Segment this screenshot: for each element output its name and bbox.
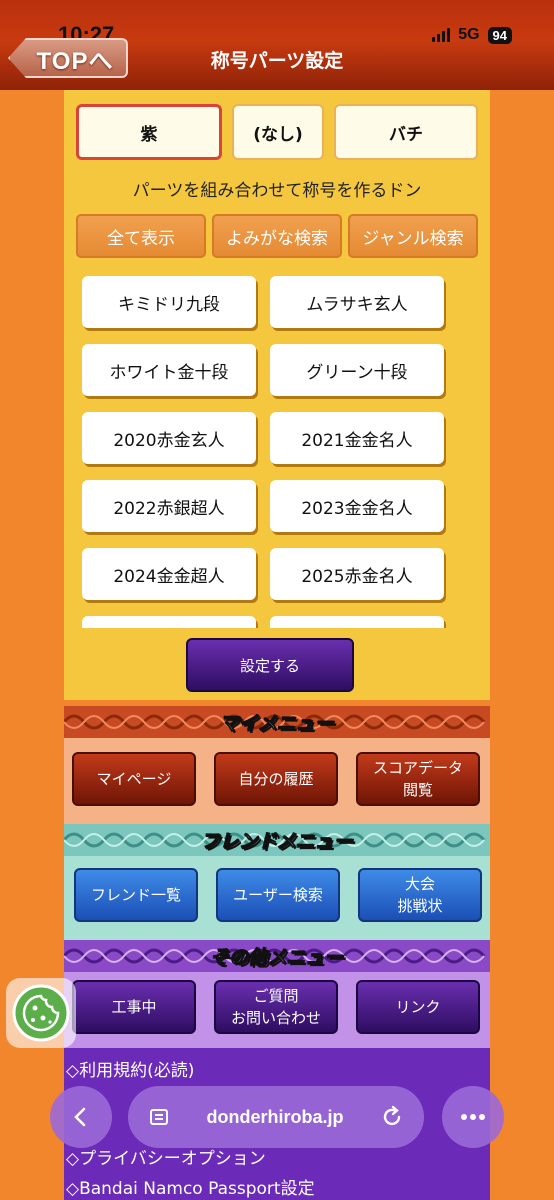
battery-icon: 94 [487,26,512,44]
my-menu-section: マイページ 自分の履歴 スコアデータ 閲覧 [64,738,490,824]
friend-menu-section: フレンド一覧 ユーザー検索 大会挑戦状 [64,856,490,940]
other-menu-section: 工事中 ご質問お問い合わせ リンク [64,972,490,1048]
title-part-item[interactable]: 2023金金名人 [270,480,444,532]
button-label: 大会 [404,875,435,893]
my-menu-title: マイメニュー [219,712,334,735]
contact-button[interactable]: ご質問 お問い合わせ [214,980,338,1034]
button-label: ご質問 [253,987,299,1005]
button-label: マイページ [96,770,172,788]
browser-more-button[interactable] [442,1086,504,1148]
button-label-line2: 挑戦状 [397,897,443,915]
part-slot-2[interactable]: (なし) [232,104,324,160]
my-history-button[interactable]: 自分の履歴 [214,752,338,806]
app-header: 10:27 5G 94 TOPへ 称号パーツ設定 [0,0,554,90]
title-part-item[interactable]: 2020赤金玄人 [82,412,256,464]
score-data-button[interactable]: スコアデータ 閲覧 [356,752,480,806]
friend-menu-banner: フレンドメニュー [64,824,490,856]
tournament-challenge-button[interactable]: 大会 挑戦状 [358,868,482,922]
button-label: 自分の履歴 [238,770,314,788]
title-part-item-partial[interactable] [270,616,444,628]
cookie-settings-button[interactable] [6,978,76,1048]
filter-reading-search-button[interactable]: よみがな検索 [212,214,342,258]
passport-settings-link[interactable]: ◇Bandai Namco Passport設定 [66,1174,315,1199]
title-part-item[interactable]: キミドリ九段 [82,276,256,328]
button-label-line2: 閲覧 [402,781,433,799]
set-button[interactable]: 設定する [186,638,354,692]
title-part-item-partial[interactable] [82,616,256,628]
reload-icon[interactable] [380,1105,404,1129]
other-menu-banner: その他メニュー [64,940,490,972]
friend-list-button[interactable]: フレンド一覧 [74,868,198,922]
address-bar[interactable]: donderhiroba.jp [128,1086,424,1148]
filter-genre-search-button[interactable]: ジャンル検索 [348,214,478,258]
button-label-line2: お問い合わせ [230,1009,321,1027]
title-part-item[interactable]: 2021金金名人 [270,412,444,464]
user-search-button[interactable]: ユーザー検索 [216,868,340,922]
links-button[interactable]: リンク [356,980,480,1034]
button-label: スコアデータ [372,759,463,777]
terms-link[interactable]: ◇利用規約(必読) [66,1056,194,1081]
title-part-item[interactable]: ホワイト金十段 [82,344,256,396]
page-title: 称号パーツ設定 [210,50,344,72]
title-part-list[interactable]: キミドリ九段 ムラサキ玄人 ホワイト金十段 グリーン十段 2020赤金玄人 20… [64,276,490,628]
title-part-item[interactable]: ムラサキ玄人 [270,276,444,328]
chevron-left-icon [74,1107,86,1127]
title-part-item[interactable]: 2025赤金名人 [270,548,444,600]
title-part-item[interactable]: 2024金金超人 [82,548,256,600]
more-dots-icon [461,1114,485,1120]
cookie-icon [12,984,70,1042]
status-indicators: 5G 94 [432,26,512,44]
part-slot-1[interactable]: 紫 [76,104,222,160]
button-label: フレンド一覧 [90,886,181,904]
signal-icon [432,28,451,42]
my-page-button[interactable]: マイページ [72,752,196,806]
my-menu-banner: マイメニュー [64,706,490,738]
under-construction-button[interactable]: 工事中 [72,980,196,1034]
button-label: 工事中 [111,998,157,1016]
other-menu-title: その他メニュー [210,946,344,969]
friend-menu-title: フレンドメニュー [200,830,353,853]
url-text: donderhiroba.jp [206,1106,344,1127]
reader-mode-icon[interactable] [148,1106,170,1128]
title-parts-panel: 紫 (なし) バチ パーツを組み合わせて称号を作るドン 全て表示 よみがな検索 … [64,90,490,700]
part-slot-3[interactable]: バチ [334,104,478,160]
network-label: 5G [458,26,480,43]
button-label: ユーザー検索 [233,886,323,904]
instruction-text: パーツを組み合わせて称号を作るドン [132,181,422,201]
button-label: リンク [395,998,441,1016]
title-part-item[interactable]: 2022赤銀超人 [82,480,256,532]
browser-back-button[interactable] [50,1086,112,1148]
filter-show-all-button[interactable]: 全て表示 [76,214,206,258]
title-part-item[interactable]: グリーン十段 [270,344,444,396]
